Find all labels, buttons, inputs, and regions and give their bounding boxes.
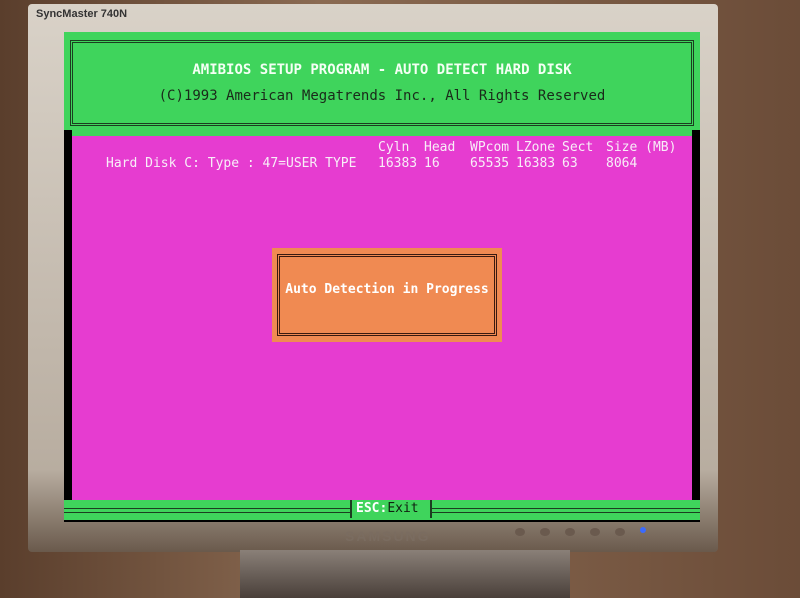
monitor-button[interactable] [540,528,550,536]
progress-dialog: Auto Detection in Progress [272,248,502,342]
cell-value: 8064 [606,156,638,171]
esc-exit-hint[interactable]: ESC:Exit [350,500,432,518]
header: AMIBIOS SETUP PROGRAM - AUTO DETECT HARD… [64,32,700,130]
page-title: AMIBIOS SETUP PROGRAM - AUTO DETECT HARD… [192,62,572,78]
main-panel: Hard Disk C: Type : 47=USER TYPE Cyln He… [72,130,692,506]
cell-value: 63 [562,156,578,171]
monitor-button[interactable] [590,528,600,536]
col-header: LZone [516,140,556,155]
monitor-button[interactable] [515,528,525,536]
header-frame [70,40,694,126]
monitor-stand [240,550,570,598]
power-led-icon[interactable] [640,527,646,533]
monitor-brand: SAMSUNG [345,528,431,544]
cell-value: 65535 [470,156,510,171]
col-header: Head [424,140,456,155]
cell-value: 16383 [378,156,418,171]
col-header: Size (MB) [606,140,677,155]
copyright: (C)1993 American Megatrends Inc., All Ri… [158,88,606,104]
cell-value: 16383 [516,156,556,171]
col-header: Cyln [378,140,410,155]
key-esc: ESC [356,501,380,516]
dialog-message: Auto Detection in Progress [285,282,489,297]
cell-value: 16 [424,156,440,171]
monitor-button[interactable] [565,528,575,536]
col-header: WPcom [470,140,510,155]
monitor-model: SyncMaster 740N [36,8,128,20]
disk-label: Hard Disk C: Type : 47=USER TYPE [106,156,357,171]
exit-label: Exit [387,501,419,516]
footer: ESC:Exit [64,500,700,520]
monitor-button[interactable] [615,528,625,536]
bios-screen: AMIBIOS SETUP PROGRAM - AUTO DETECT HARD… [64,32,700,522]
col-header: Sect [562,140,594,155]
